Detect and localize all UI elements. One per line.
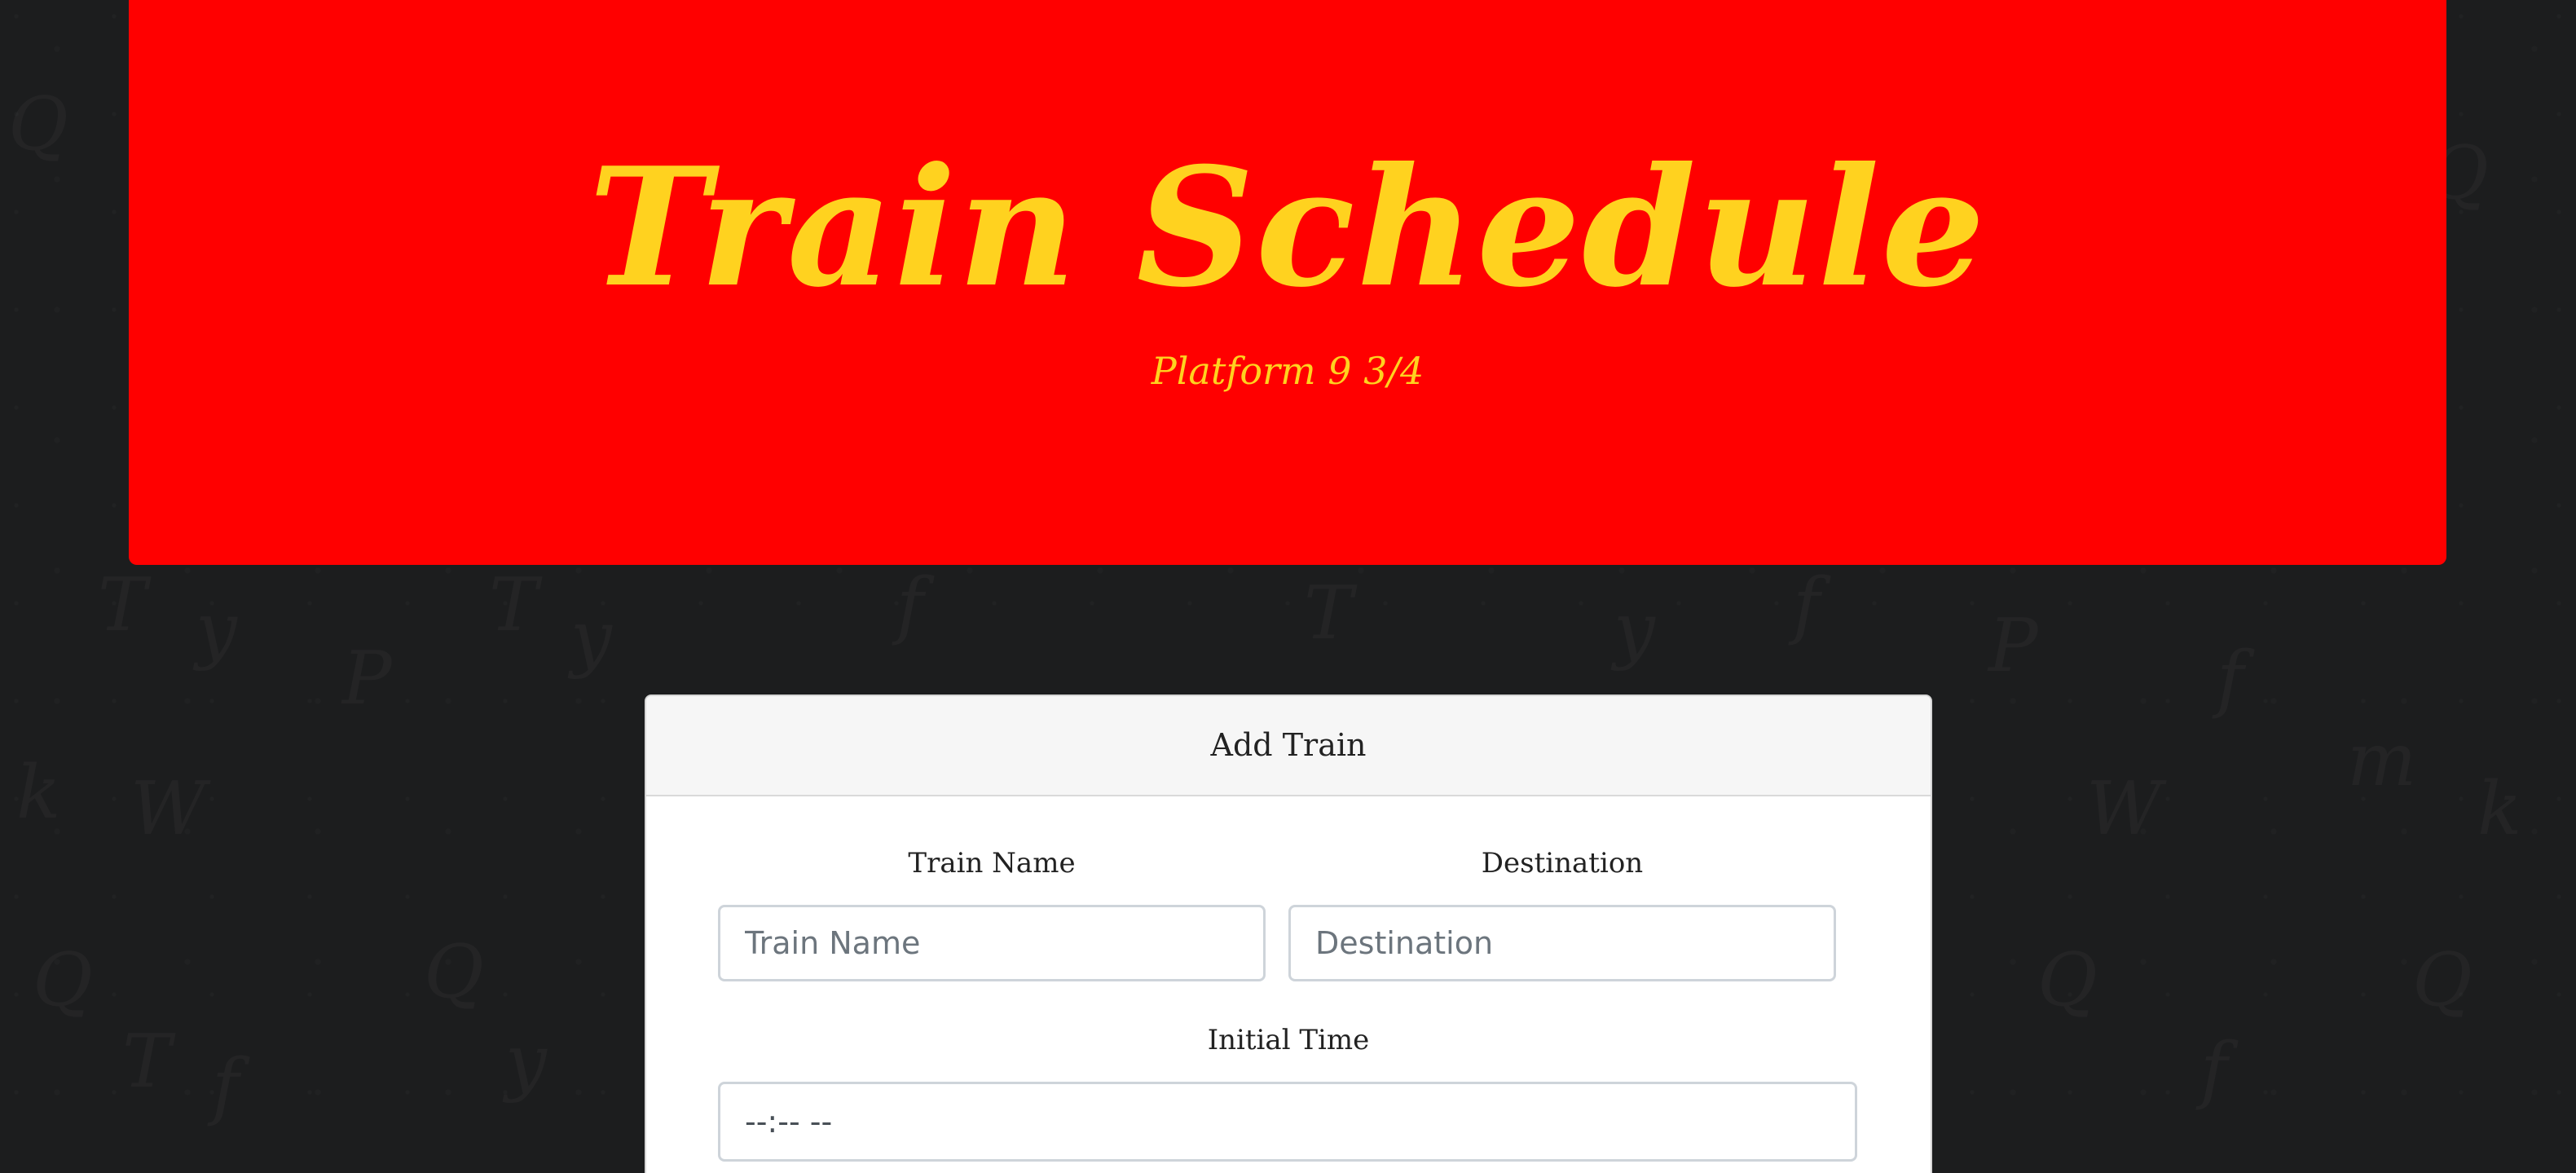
destination-label: Destination [1481, 847, 1644, 880]
initial-time-input[interactable]: --:-- -- [718, 1082, 1857, 1162]
add-train-card-title: Add Train [646, 696, 1931, 796]
train-name-label: Train Name [908, 847, 1076, 880]
page-subtitle: Platform 9 3/4 [1151, 349, 1425, 393]
train-name-input[interactable] [718, 905, 1266, 981]
page-title: Train Schedule [588, 132, 1987, 324]
destination-input[interactable] [1288, 905, 1836, 981]
add-train-card: Add Train Train Name Destination Initial… [645, 695, 1932, 1173]
initial-time-label: Initial Time [1207, 1024, 1370, 1056]
header-jumbotron: Train Schedule Platform 9 3/4 [129, 0, 2446, 565]
